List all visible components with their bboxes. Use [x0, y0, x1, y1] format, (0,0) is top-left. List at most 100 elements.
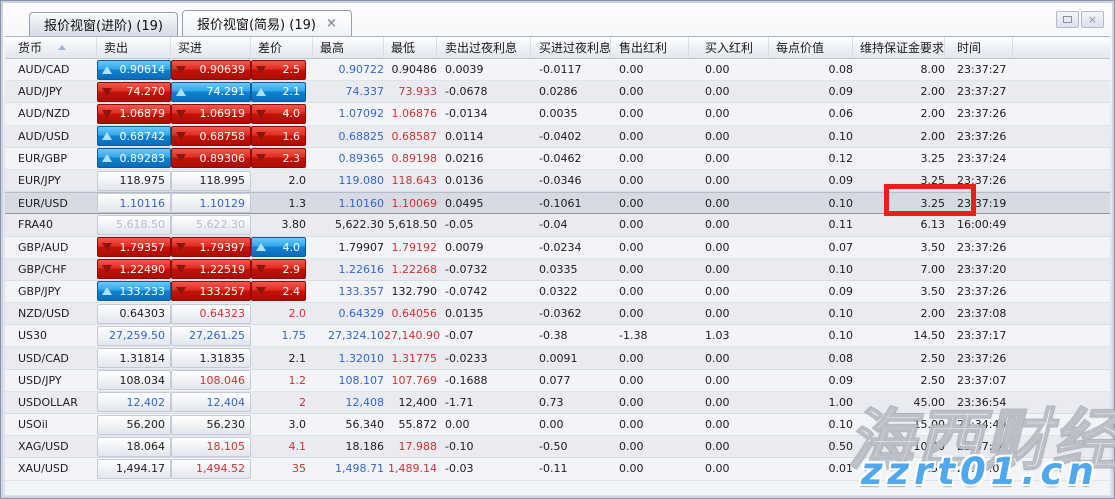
buy-button[interactable]: 1.79397 [171, 237, 251, 258]
spread-value[interactable]: 35 [292, 462, 306, 475]
column-header[interactable]: 每点价值 [769, 37, 853, 58]
spread-value[interactable]: 1.6 [251, 126, 306, 147]
spread-value[interactable]: 2.1 [289, 352, 307, 365]
cell-spread: 2.1 [251, 352, 313, 365]
quote-row-nzd-usd[interactable]: NZD/USD 0.64303 0.64323 2.0 0.64329 0.64056 0.… [5, 303, 1110, 326]
quote-row-gbp-jpy[interactable]: GBP/JPY 133.233 133.257 2.4 133.357 132.790 -0… [5, 280, 1110, 304]
buy-button[interactable]: 0.64323 [171, 303, 251, 324]
sell-button[interactable]: 0.89283 [97, 148, 171, 169]
buy-button[interactable]: 18.105 [171, 436, 251, 457]
sell-button[interactable]: 27,259.50 [97, 325, 171, 346]
column-header[interactable]: 最高 [313, 37, 384, 58]
buy-button[interactable]: 1,494.52 [171, 458, 251, 479]
quote-row-eur-jpy[interactable]: EUR/JPY 118.975 118.995 2.0 119.080 118.643 0.… [5, 169, 1110, 193]
buy-button[interactable]: 0.90639 [171, 59, 251, 80]
sell-button[interactable]: 1.79357 [97, 237, 171, 258]
restore-window-button[interactable] [1056, 11, 1079, 28]
cell-buy: 27,261.25 [171, 325, 251, 347]
spread-value[interactable]: 3.0 [289, 418, 307, 431]
column-header[interactable]: 卖出过夜利息 [437, 37, 531, 58]
quote-row-aud-usd[interactable]: AUD/USD 0.68742 0.68758 1.6 0.68825 0.68587 0.… [5, 125, 1110, 148]
buy-button[interactable]: 74.291 [171, 81, 251, 102]
column-header[interactable]: 售出红利 [611, 37, 689, 58]
cell-buy-oi: -0.0117 [539, 63, 582, 77]
sell-button[interactable]: 118.975 [97, 170, 171, 191]
quote-row-aud-cad[interactable]: AUD/CAD 0.90614 0.90639 2.5 0.90722 0.90486 0.… [5, 59, 1110, 82]
spread-value[interactable]: 2 [299, 396, 306, 409]
column-header[interactable]: 买进过夜利息 [531, 37, 611, 58]
quote-row-usd-jpy[interactable]: USD/JPY 108.034 108.046 1.2 108.107 107.769 -0… [5, 369, 1110, 392]
buy-button[interactable]: 133.257 [171, 281, 251, 302]
spread-value[interactable]: 2.9 [251, 259, 306, 280]
buy-button[interactable]: 1.31835 [171, 348, 251, 369]
spread-value[interactable]: 2.3 [251, 148, 306, 169]
quote-row-gbp-aud[interactable]: GBP/AUD 1.79357 1.79397 4.0 1.79907 1.79192 0.… [5, 236, 1110, 259]
buy-button[interactable]: 0.68758 [171, 126, 251, 147]
quote-row-usdollar[interactable]: USDOLLAR 12,402 12,404 2 12,408 12,400 -1.71 0.… [5, 391, 1110, 414]
column-header[interactable]: 货币 [9, 37, 97, 58]
sell-button[interactable]: 1.10116 [97, 193, 171, 214]
spread-value[interactable]: 4.0 [251, 237, 306, 258]
tab-close-icon[interactable]: × [326, 16, 337, 31]
sell-button[interactable]: 5,618.50 [97, 214, 171, 235]
quote-row-gbp-chf[interactable]: GBP/CHF 1.22490 1.22519 2.9 1.22616 1.22268 -0… [5, 258, 1110, 281]
sell-button[interactable]: 133.233 [97, 281, 171, 302]
buy-button[interactable]: 1.22519 [171, 259, 251, 280]
sell-button[interactable]: 56.200 [97, 414, 171, 435]
quote-row-usoil[interactable]: USOil 56.200 56.230 3.0 56.340 55.872 0.00 0.00… [5, 414, 1110, 437]
buy-button[interactable]: 5,622.30 [171, 214, 251, 235]
buy-button[interactable]: 12,404 [171, 392, 251, 413]
sell-button[interactable]: 12,402 [97, 392, 171, 413]
quote-row-fra40[interactable]: FRA40 5,618.50 5,622.30 3.80 5,622.30 5,618.5… [5, 214, 1110, 237]
column-header[interactable]: 买入红利 [689, 37, 769, 58]
tab-quotes-advanced[interactable]: 报价视窗(进阶) (19) [29, 12, 178, 36]
sell-button[interactable]: 1.22490 [97, 259, 171, 280]
quote-row-eur-usd[interactable]: EUR/USD 1.10116 1.10129 1.3 1.10160 1.10069 0.… [5, 192, 1110, 215]
buy-button[interactable]: 1.06919 [171, 103, 251, 124]
column-header[interactable]: 最低 [384, 37, 437, 58]
spread-value[interactable]: 1.3 [289, 197, 307, 210]
sell-button[interactable]: 108.034 [97, 370, 171, 391]
buy-button[interactable]: 0.89306 [171, 148, 251, 169]
quote-row-aud-jpy[interactable]: AUD/JPY 74.270 74.291 2.1 74.337 73.933 -0.067… [5, 81, 1110, 104]
spread-value[interactable]: 2.4 [251, 281, 306, 302]
buy-button[interactable]: 1.10129 [171, 193, 251, 214]
cell-sell-div: 0.00 [619, 85, 644, 99]
sell-button[interactable]: 74.270 [97, 81, 171, 102]
spread-value[interactable]: 2.5 [251, 59, 306, 80]
quote-row-aud-nzd[interactable]: AUD/NZD 1.06879 1.06919 4.0 1.07092 1.06876 -0… [5, 103, 1110, 126]
spread-value[interactable]: 4.0 [251, 103, 306, 124]
buy-button[interactable]: 108.046 [171, 370, 251, 391]
sell-button[interactable]: 18.064 [97, 436, 171, 457]
sell-button[interactable]: 0.68742 [97, 126, 171, 147]
column-header[interactable]: 维持保证金要求 [853, 37, 945, 58]
column-header[interactable]: 买进 [171, 37, 251, 58]
column-header[interactable]: 时间 [945, 37, 1013, 58]
spread-value[interactable]: 4.1 [289, 440, 307, 453]
spread-value[interactable]: 2.0 [289, 307, 307, 320]
column-header[interactable]: 差价 [251, 37, 313, 58]
sell-button[interactable]: 1,494.17 [97, 458, 171, 479]
spread-value[interactable]: 2.1 [251, 81, 306, 102]
quote-row-eur-gbp[interactable]: EUR/GBP 0.89283 0.89306 2.3 0.89365 0.89198 0.… [5, 147, 1110, 170]
quote-row-us30[interactable]: US30 27,259.50 27,261.25 1.75 27,324.10 27,14… [5, 325, 1110, 348]
quote-row-xau-usd[interactable]: XAU/USD 1,494.17 1,494.52 35 1,498.71 1,489.1… [5, 458, 1110, 481]
close-window-button[interactable]: × [1081, 11, 1104, 28]
sell-button[interactable]: 0.64303 [97, 303, 171, 324]
spread-value[interactable]: 1.2 [289, 374, 307, 387]
quote-row-usd-cad[interactable]: USD/CAD 1.31814 1.31835 2.1 1.32010 1.31775 -0… [5, 347, 1110, 370]
spread-value[interactable]: 2.0 [289, 174, 307, 187]
buy-button[interactable]: 56.230 [171, 414, 251, 435]
spread-value[interactable]: 3.80 [282, 218, 307, 231]
sell-button[interactable]: 1.06879 [97, 103, 171, 124]
column-header[interactable]: 卖出 [97, 37, 171, 58]
tab-quotes-simple[interactable]: 报价视窗(简易) (19) × [181, 10, 352, 36]
buy-button[interactable]: 118.995 [171, 170, 251, 191]
buy-button[interactable]: 27,261.25 [171, 325, 251, 346]
column-header-label: 买进过夜利息 [539, 41, 611, 55]
spread-value[interactable]: 1.75 [282, 329, 307, 342]
sell-button[interactable]: 1.31814 [97, 348, 171, 369]
sell-button[interactable]: 0.90614 [97, 59, 171, 80]
quote-row-xag-usd[interactable]: XAG/USD 18.064 18.105 4.1 18.186 17.988 -0.10 -… [5, 436, 1110, 459]
cell-sell: 56.200 [97, 414, 171, 436]
